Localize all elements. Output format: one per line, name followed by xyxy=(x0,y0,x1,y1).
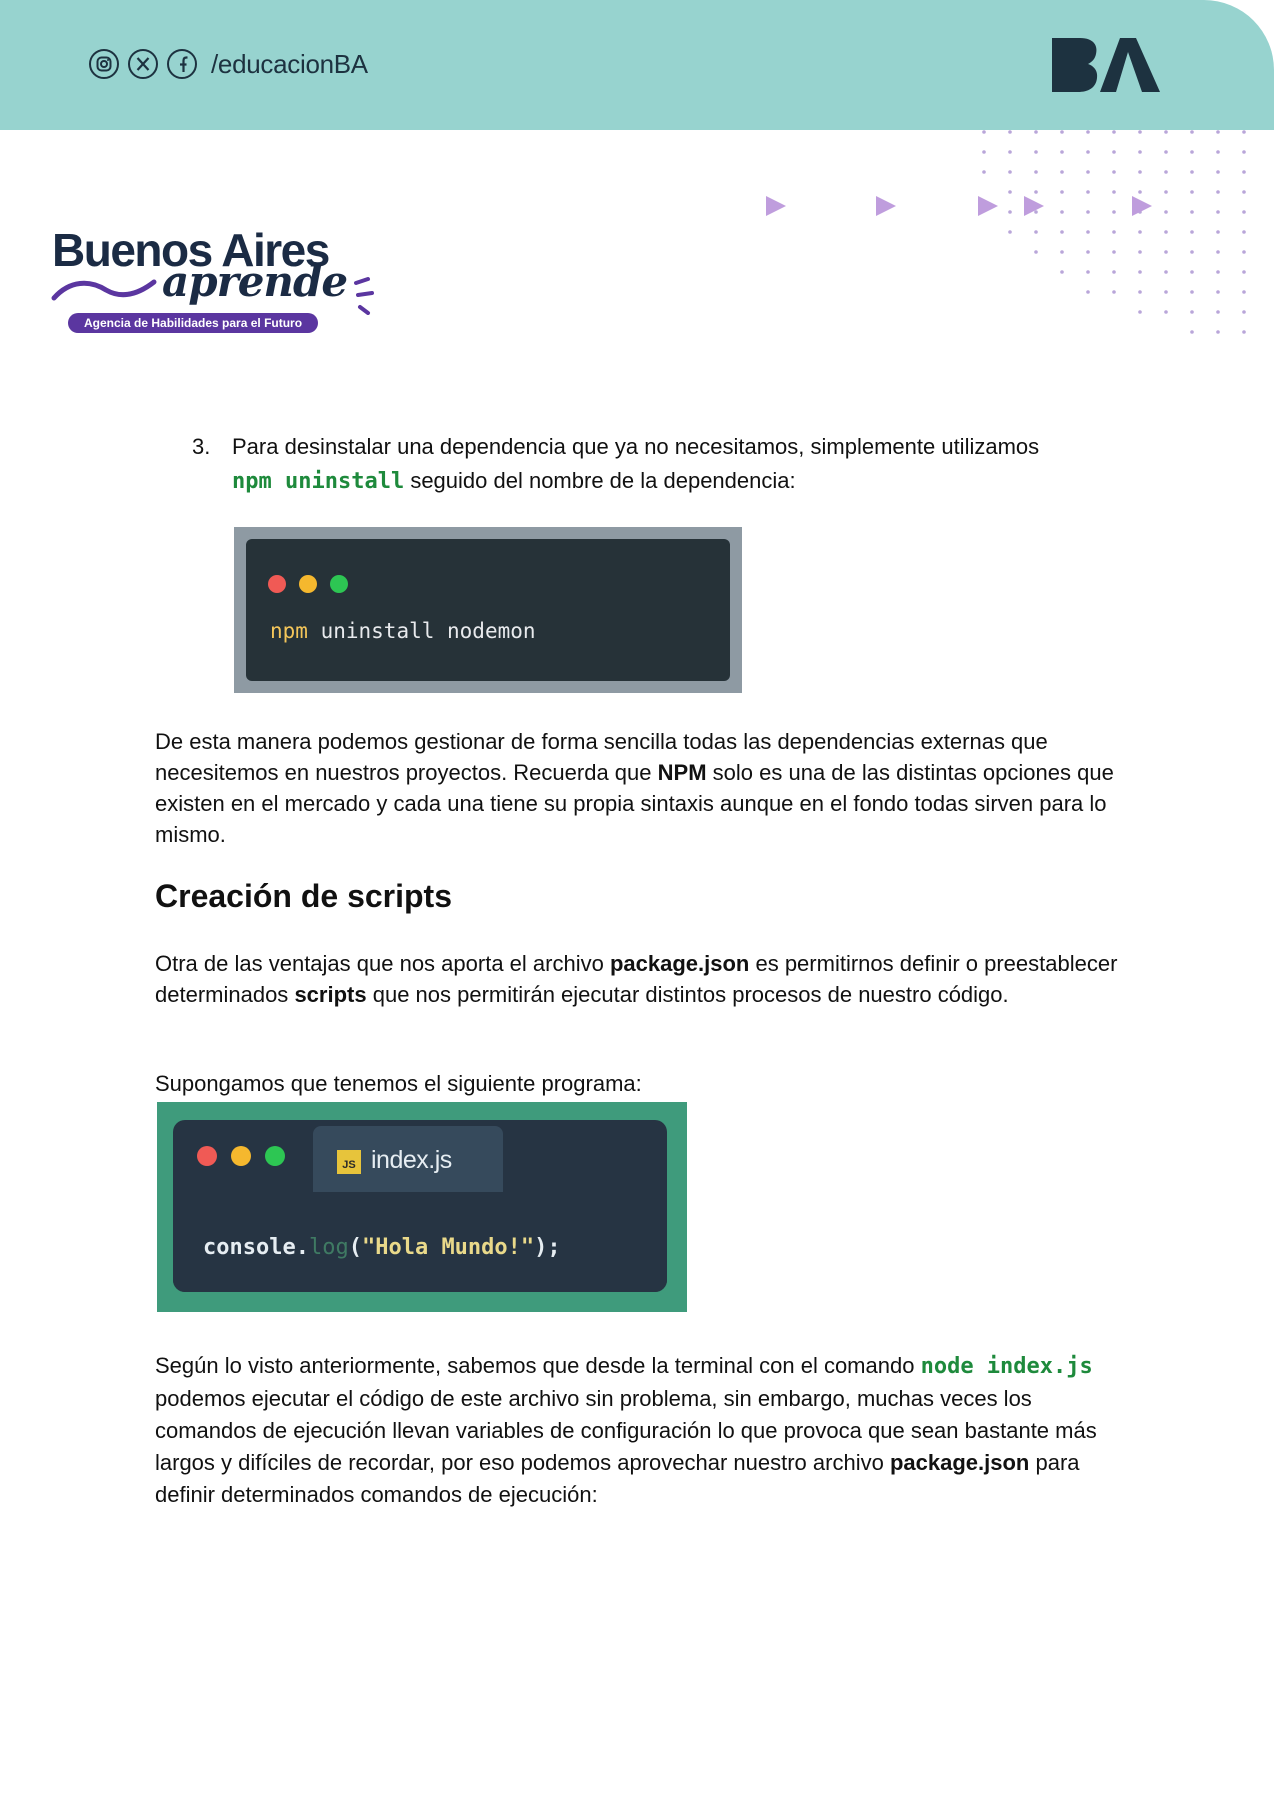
close-dot-icon xyxy=(268,575,286,593)
code-line: console.log("Hola Mundo!"); xyxy=(203,1235,561,1260)
ba-logo xyxy=(1052,38,1160,92)
terminal-window: npm uninstall nodemon xyxy=(246,539,730,681)
sparkle-decoration xyxy=(354,277,374,315)
social-handle[interactable]: /educacionBA xyxy=(211,49,368,80)
terminal-command: npm uninstall nodemon xyxy=(270,619,536,643)
paragraph-program-intro: Supongamos que tenemos el siguiente prog… xyxy=(155,1071,642,1096)
buenos-aires-aprende-logo: Buenos Aires aprende Agencia de Habilida… xyxy=(50,215,390,340)
paragraph-package-json: Otra de las ventajas que nos aporta el a… xyxy=(155,951,1118,1007)
list-text-cont: seguido del nombre de la dependencia: xyxy=(410,468,796,493)
brand-script: aprende xyxy=(162,257,348,306)
maximize-dot-icon xyxy=(330,575,348,593)
header-band: /educacionBA xyxy=(0,0,1274,130)
list-number: 3. xyxy=(192,434,211,459)
x-icon[interactable] xyxy=(127,48,159,80)
file-tab-label: index.js xyxy=(371,1146,452,1174)
terminal-snippet: npm uninstall nodemon xyxy=(234,527,742,693)
list-item-3: 3. Para desinstalar una dependencia que … xyxy=(192,430,1122,499)
maximize-dot-icon xyxy=(265,1146,285,1166)
instagram-icon[interactable] xyxy=(88,48,120,80)
decorative-dot-pattern xyxy=(982,130,1246,334)
inline-code-node-index: node index.js xyxy=(920,1354,1093,1379)
section-heading: Creación de scripts xyxy=(155,878,452,914)
decorative-arrows xyxy=(766,196,1152,216)
social-links: /educacionBA xyxy=(88,48,368,80)
editor-window: JS index.js console.log("Hola Mundo!"); xyxy=(173,1120,667,1292)
brand-badge: Agencia de Habilidades para el Futuro xyxy=(68,313,319,333)
paragraph-node-command: Según lo visto anteriormente, sabemos qu… xyxy=(155,1353,1097,1507)
inline-code-npm-uninstall: npm uninstall xyxy=(232,469,405,494)
facebook-icon[interactable] xyxy=(166,48,198,80)
paragraph-npm-summary: De esta manera podemos gestionar de form… xyxy=(155,729,1114,847)
file-tab: JS index.js xyxy=(313,1126,503,1192)
list-text: Para desinstalar una dependencia que ya … xyxy=(232,434,1040,459)
code-editor-snippet: JS index.js console.log("Hola Mundo!"); xyxy=(157,1102,687,1312)
minimize-dot-icon xyxy=(231,1146,251,1166)
swoosh-decoration xyxy=(51,279,157,301)
close-dot-icon xyxy=(197,1146,217,1166)
minimize-dot-icon xyxy=(299,575,317,593)
js-file-icon: JS xyxy=(337,1150,361,1174)
